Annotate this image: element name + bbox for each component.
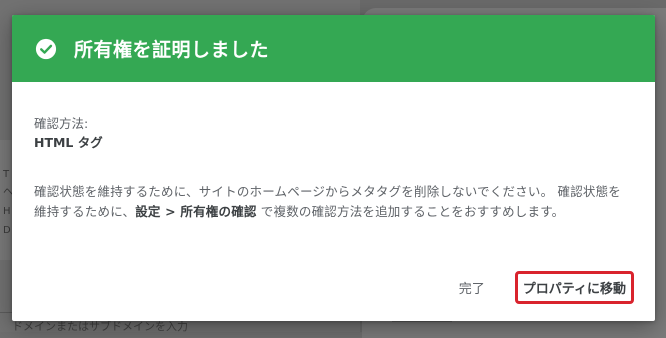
settings-path-text: 設定 > 所有権の確認 bbox=[135, 204, 257, 219]
background-text: H bbox=[3, 206, 11, 217]
check-circle-icon bbox=[35, 38, 57, 60]
dialog-actions: 完了 プロパティに移動 bbox=[451, 271, 634, 304]
dialog-description: 確認状態を維持するために、サイトのホームページからメタタグを削除しないでください… bbox=[34, 182, 633, 222]
dialog-title: 所有権を証明しました bbox=[74, 39, 270, 61]
background-text: D bbox=[3, 225, 11, 236]
verification-method-value: HTML タグ bbox=[34, 135, 103, 150]
background-text: T bbox=[3, 169, 10, 180]
go-to-property-button[interactable]: プロパティに移動 bbox=[514, 271, 634, 304]
verification-method-label: 確認方法: bbox=[34, 116, 89, 131]
description-text-end: で複数の確認方法を追加することをおすすめします。 bbox=[256, 204, 565, 219]
dialog-body: 確認方法: HTML タグ 確認状態を維持するために、サイトのホームページからメ… bbox=[12, 82, 655, 222]
dialog-header: 所有権を証明しました bbox=[12, 15, 655, 82]
done-button[interactable]: 完了 bbox=[451, 272, 493, 303]
ownership-verified-dialog: 所有権を証明しました 確認方法: HTML タグ 確認状態を維持するために、サイ… bbox=[12, 15, 655, 321]
